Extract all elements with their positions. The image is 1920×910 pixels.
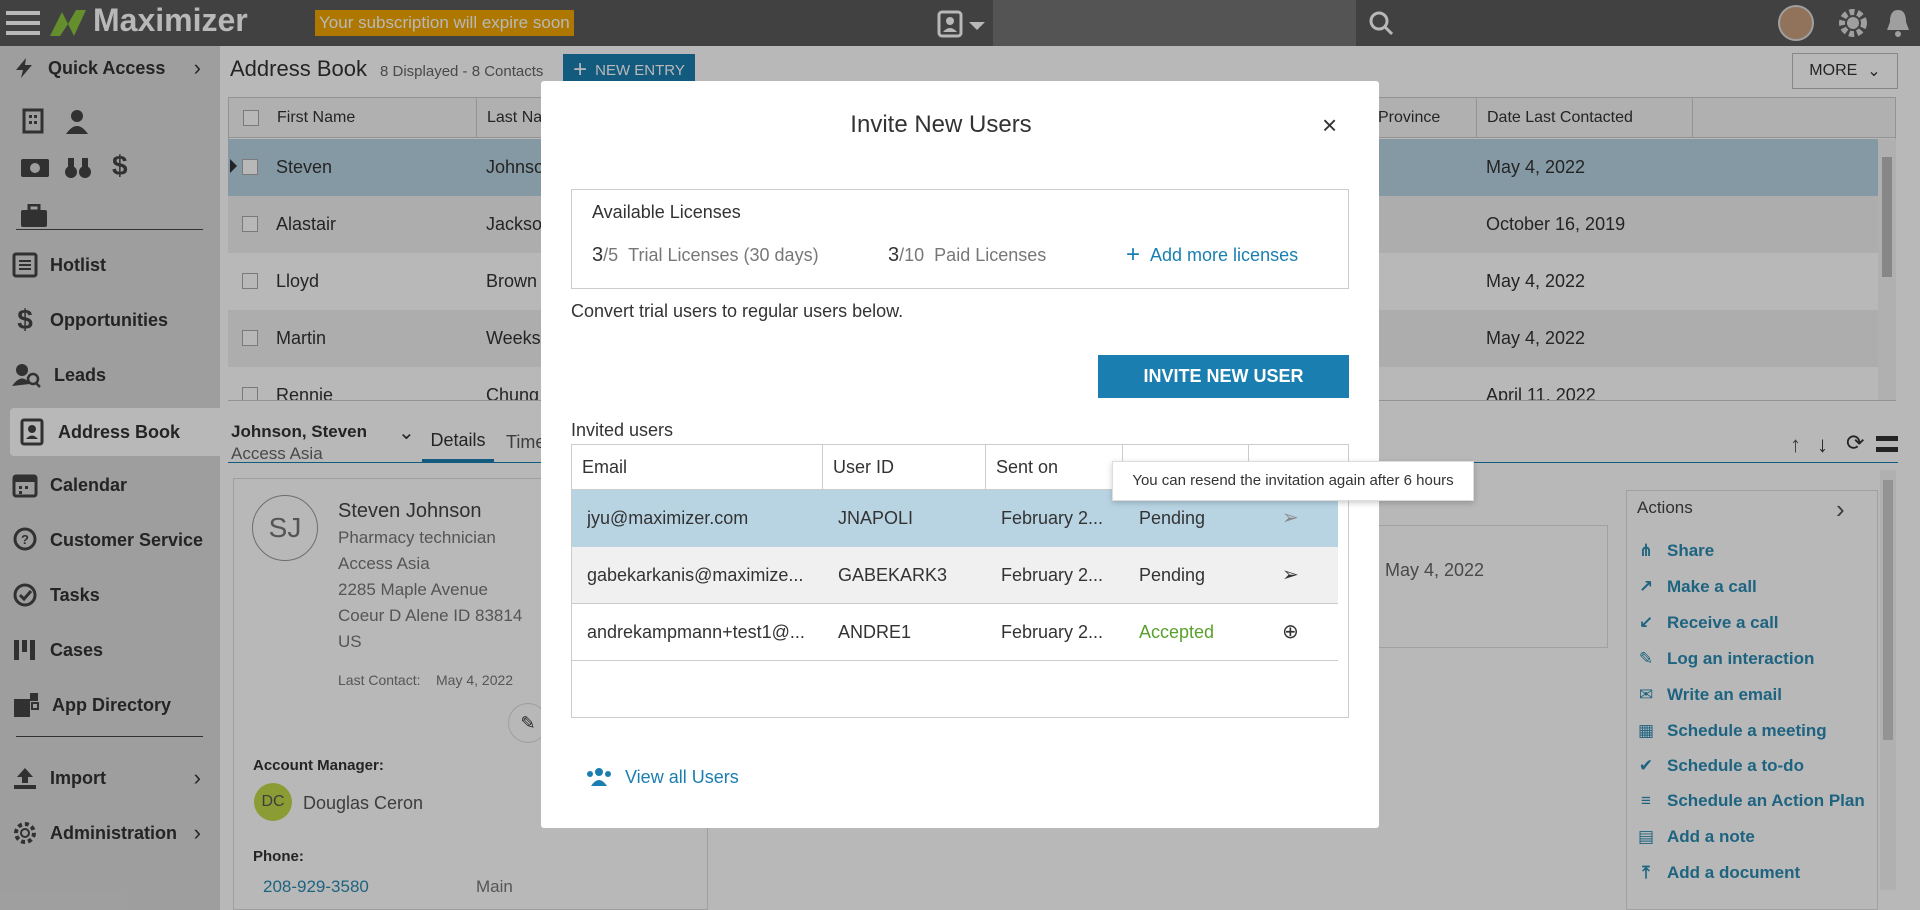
invite-new-user-button[interactable]: INVITE NEW USER xyxy=(1098,355,1349,398)
column-email[interactable]: Email xyxy=(572,445,823,489)
invite-sent-on: February 2... xyxy=(1001,565,1104,585)
paid-total: /10 xyxy=(899,245,925,265)
close-icon[interactable]: × xyxy=(1322,110,1337,141)
send-icon[interactable]: ➢ xyxy=(1282,547,1299,604)
invite-user-id: ANDRE1 xyxy=(838,622,912,642)
column-user-id[interactable]: User ID xyxy=(823,445,986,489)
add-licenses-link[interactable]: + Add more licenses xyxy=(1126,241,1298,269)
view-all-label: View all Users xyxy=(625,766,739,787)
paid-used: 3 xyxy=(888,244,900,266)
table-row[interactable]: andrekampmann+test1@... ANDRE1 February … xyxy=(572,604,1338,661)
invite-status: Pending xyxy=(1139,565,1206,585)
users-icon xyxy=(587,768,611,786)
licenses-title: Available Licenses xyxy=(592,202,741,222)
invite-user-id: JNAPOLI xyxy=(838,508,914,528)
modal-title: Invite New Users xyxy=(850,111,1032,138)
trial-used: 3 xyxy=(592,244,604,266)
invite-sent-on: February 2... xyxy=(1001,622,1104,642)
paid-licenses: 3/10 Paid Licenses xyxy=(888,244,1046,267)
invite-sent-on: February 2... xyxy=(1001,508,1104,528)
paid-label: Paid Licenses xyxy=(934,245,1047,265)
column-sent-on[interactable]: Sent on xyxy=(986,445,1123,489)
add-licenses-label: Add more licenses xyxy=(1150,244,1299,265)
convert-text: Convert trial users to regular users bel… xyxy=(571,301,904,321)
tooltip: You can resend the invitation again afte… xyxy=(1112,461,1474,501)
invite-user-id: GABEKARK3 xyxy=(838,565,948,585)
trial-licenses: 3/5 Trial Licenses (30 days) xyxy=(592,244,819,267)
invite-email: jyu@maximizer.com xyxy=(587,508,749,528)
invite-email: gabekarkanis@maximize... xyxy=(587,565,804,585)
plus-icon: + xyxy=(1126,241,1141,268)
trial-label: Trial Licenses (30 days) xyxy=(628,245,819,265)
invite-email: andrekampmann+test1@... xyxy=(587,622,805,642)
table-row[interactable]: gabekarkanis@maximize... GABEKARK3 Febru… xyxy=(572,547,1338,604)
view-all-users-link[interactable]: View all Users xyxy=(585,766,739,788)
trial-total: /5 xyxy=(603,245,619,265)
upgrade-icon[interactable]: ⊕ xyxy=(1282,604,1299,661)
invite-status-accepted: Accepted xyxy=(1139,622,1215,642)
invited-users-title: Invited users xyxy=(571,420,674,440)
